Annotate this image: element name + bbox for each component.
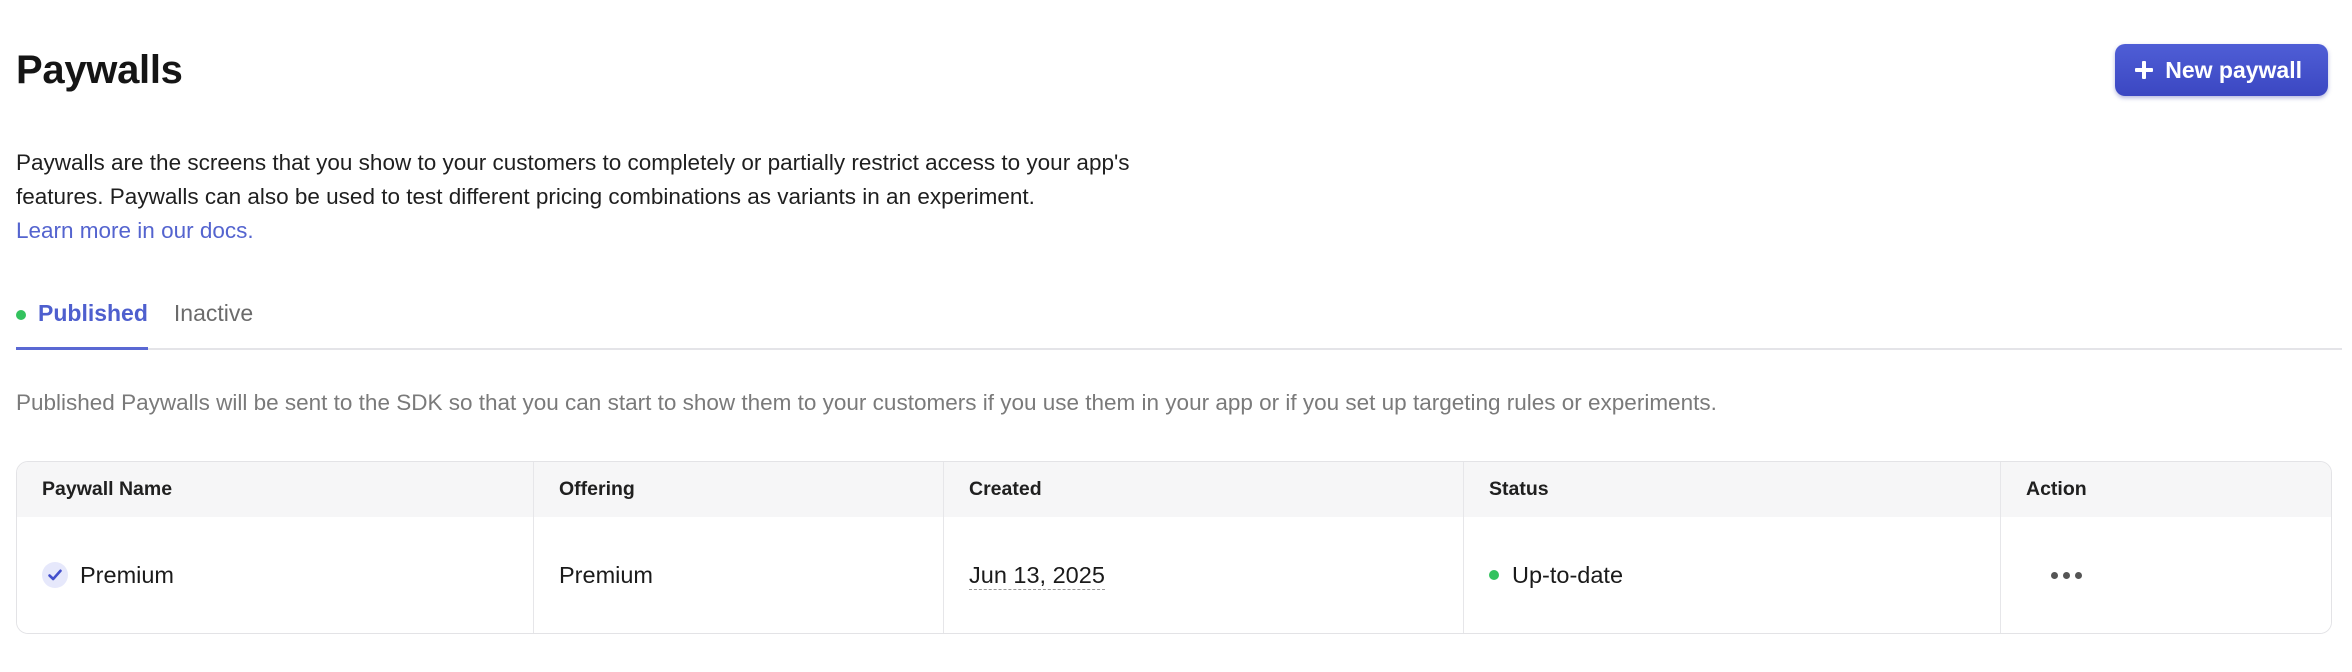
status-dot-icon (1489, 570, 1499, 580)
docs-link[interactable]: Learn more in our docs. (16, 214, 1196, 248)
live-dot-icon (16, 310, 26, 320)
tab-published-label: Published (38, 300, 148, 326)
page-title: Paywalls (16, 47, 183, 92)
table-header: Paywall Name Offering Created Status Act… (17, 462, 2331, 517)
tab-inactive-label: Inactive (173, 300, 254, 326)
paywalls-page: Paywalls New paywall Paywalls are the sc… (0, 0, 2352, 672)
paywalls-table: Paywall Name Offering Created Status Act… (16, 461, 2332, 634)
published-info-text: Published Paywalls will be sent to the S… (16, 390, 1717, 415)
created-cell: Jun 13, 2025 (944, 517, 1464, 633)
more-horizontal-icon[interactable] (2044, 559, 2088, 591)
status-cell: Up-to-date (1464, 517, 2001, 633)
more-dot (2050, 571, 2058, 579)
tab-inactive[interactable]: Inactive (174, 294, 253, 350)
tab-published[interactable]: Published (16, 294, 148, 350)
check-circle-icon (42, 562, 68, 588)
more-dot (2062, 571, 2070, 579)
column-header-action: Action (2026, 478, 2087, 500)
page-header: Paywalls New paywall (16, 36, 2336, 104)
tab-bar: Published Inactive (16, 294, 2342, 350)
page-description: Paywalls are the screens that you show t… (16, 146, 1196, 248)
offering-name: Premium (559, 561, 654, 588)
more-dot (2074, 571, 2082, 579)
new-paywall-button-label: New paywall (2165, 56, 2302, 83)
created-date[interactable]: Jun 13, 2025 (969, 561, 1105, 590)
column-header-status[interactable]: Status (1464, 462, 2001, 517)
description-text: Paywalls are the screens that you show t… (16, 150, 1130, 209)
plus-icon (2135, 61, 2154, 79)
column-header-paywall-name[interactable]: Paywall Name (17, 462, 534, 517)
paywall-name-cell[interactable]: Premium (17, 517, 534, 633)
offering-cell: Premium (534, 517, 944, 633)
paywall-name: Premium (80, 561, 175, 588)
column-header-created[interactable]: Created (944, 462, 1464, 517)
table-row[interactable]: Premium Premium Jun 13, 2025 Up-to-date (17, 517, 2331, 633)
action-cell (2001, 517, 2331, 633)
new-paywall-button[interactable]: New paywall (2115, 44, 2328, 96)
column-header-offering[interactable]: Offering (534, 462, 944, 517)
status-text: Up-to-date (1512, 561, 1624, 588)
